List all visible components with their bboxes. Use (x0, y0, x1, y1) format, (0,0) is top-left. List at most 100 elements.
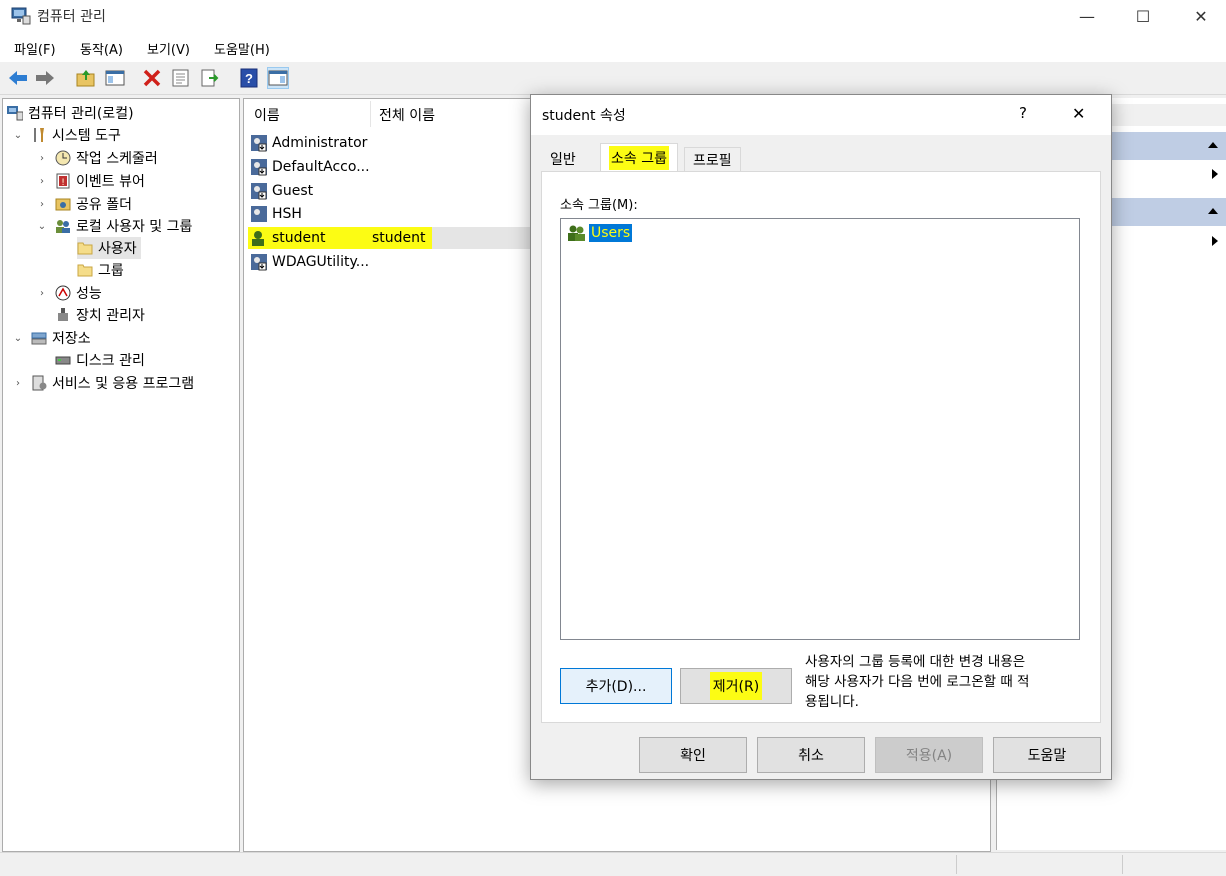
highlight-marker: student student (248, 227, 432, 249)
group-item-users[interactable]: Users (567, 222, 633, 244)
tree-item-storage[interactable]: ⌄ 저장소 (11, 327, 91, 349)
delete-icon (143, 69, 161, 87)
show-hide-tree-button[interactable] (104, 67, 126, 89)
forward-button[interactable] (34, 67, 56, 89)
column-divider (370, 101, 371, 127)
membership-note: 사용자의 그룹 등록에 대한 변경 내용은 해당 사용자가 다음 번에 로그온할… (805, 654, 1030, 710)
tree-item-services-apps[interactable]: › 서비스 및 응용 프로그램 (11, 372, 194, 394)
collapsed-chevron-icon[interactable]: › (35, 153, 49, 164)
expanded-chevron-icon[interactable]: ⌄ (11, 333, 25, 344)
tree-item-disk-management[interactable]: 디스크 관리 (55, 349, 145, 371)
tree-item-shared-folders[interactable]: › 공유 폴더 (35, 193, 132, 215)
back-icon (9, 71, 27, 85)
collapsed-chevron-icon[interactable]: › (35, 176, 49, 187)
storage-icon (31, 332, 47, 345)
up-folder-button[interactable] (75, 67, 97, 89)
dialog-help-button[interactable]: ? (1019, 104, 1027, 122)
show-hide-action-button[interactable] (267, 67, 289, 89)
member-of-panel: 소속 그룹(M): Users 추가(D)... 제거(R) 사용자의 그룹 등… (541, 171, 1101, 723)
status-divider (956, 855, 957, 874)
window-title: 컴퓨터 관리 (37, 9, 106, 25)
list-item-defaultaccount[interactable]: DefaultAcco... (250, 156, 370, 178)
tools-icon (34, 128, 44, 142)
collapse-up-icon[interactable] (1207, 140, 1219, 150)
user-icon (251, 206, 267, 222)
export-button[interactable] (199, 67, 221, 89)
device-manager-icon (58, 308, 68, 321)
users-groups-icon (56, 220, 70, 233)
list-item-student[interactable]: student student (248, 227, 530, 249)
collapsed-chevron-icon[interactable]: › (35, 199, 49, 210)
shared-folder-icon (55, 198, 71, 211)
close-icon: ✕ (1194, 6, 1208, 26)
expanded-chevron-icon[interactable]: ⌄ (35, 221, 49, 232)
minimize-icon: — (1079, 6, 1095, 26)
folder-icon (77, 242, 93, 255)
tab-member-of[interactable]: 소속 그룹 (600, 143, 678, 172)
menu-action[interactable]: 동작(A) (80, 39, 123, 58)
delete-button[interactable] (141, 67, 163, 89)
column-header-name[interactable]: 이름 (254, 105, 280, 125)
close-button[interactable]: ✕ (1178, 0, 1224, 32)
tree-item-performance[interactable]: › 성능 (35, 282, 102, 304)
tree-item-system-tools[interactable]: ⌄ 시스템 도구 (11, 124, 121, 146)
tree-item-device-manager[interactable]: 장치 관리자 (55, 304, 145, 326)
clock-icon (55, 150, 71, 166)
dialog-close-button[interactable]: ✕ (1072, 104, 1085, 123)
forward-icon (36, 71, 54, 85)
more-actions-icon[interactable] (1211, 235, 1219, 247)
export-icon (201, 69, 219, 87)
list-item-wdagutility[interactable]: WDAGUtility... (250, 251, 369, 273)
dialog-title: student 속성 (542, 108, 626, 124)
help-button[interactable]: ? (238, 67, 260, 89)
list-item-administrator[interactable]: Administrator (250, 132, 367, 154)
user-icon (252, 231, 264, 246)
more-actions-icon[interactable] (1211, 168, 1219, 180)
ok-button[interactable]: 확인 (639, 737, 747, 773)
add-button[interactable]: 추가(D)... (560, 668, 672, 704)
toolbar: ? (0, 62, 1226, 95)
user-icon (251, 135, 267, 152)
back-button[interactable] (7, 67, 29, 89)
collapsed-chevron-icon[interactable]: › (35, 288, 49, 299)
show-hide-action-icon (268, 70, 288, 86)
minimize-button[interactable]: — (1064, 0, 1110, 32)
maximize-button[interactable]: ☐ (1120, 0, 1166, 32)
show-hide-tree-icon (105, 70, 125, 86)
user-icon (251, 183, 267, 200)
apply-button[interactable]: 적용(A) (875, 737, 983, 773)
disk-icon (55, 356, 71, 365)
title-bar: 컴퓨터 관리 — ☐ ✕ (0, 0, 1226, 32)
collapse-up-icon[interactable] (1207, 206, 1219, 216)
tree-item-event-viewer[interactable]: › ! 이벤트 뷰어 (35, 170, 145, 192)
group-list[interactable]: Users (560, 218, 1080, 640)
list-item-hsh[interactable]: HSH (250, 203, 302, 225)
event-viewer-icon: ! (56, 173, 70, 189)
tree-item-groups[interactable]: 그룹 (77, 259, 124, 281)
expanded-chevron-icon[interactable]: ⌄ (11, 130, 25, 141)
help-dialog-button[interactable]: 도움말 (993, 737, 1101, 773)
tree-item-users[interactable]: 사용자 (77, 237, 141, 259)
properties-button[interactable] (170, 67, 192, 89)
tab-general[interactable]: 일반 (542, 147, 584, 171)
menu-view[interactable]: 보기(V) (147, 39, 190, 58)
list-item-guest[interactable]: Guest (250, 180, 313, 202)
student-properties-dialog: student 속성 ? ✕ 일반 소속 그룹 프로필 소속 그룹(M): Us… (530, 94, 1112, 780)
status-bar (0, 852, 1226, 876)
menu-help[interactable]: 도움말(H) (214, 39, 270, 58)
up-folder-icon (76, 70, 95, 87)
remove-button[interactable]: 제거(R) (680, 668, 792, 704)
column-header-full-name[interactable]: 전체 이름 (379, 105, 435, 125)
menu-file[interactable]: 파일(F) (14, 39, 56, 58)
tab-profile[interactable]: 프로필 (684, 147, 741, 171)
collapsed-chevron-icon[interactable]: › (11, 378, 25, 389)
cancel-button[interactable]: 취소 (757, 737, 865, 773)
tree-item-root[interactable]: 컴퓨터 관리(로컬) (7, 102, 134, 124)
computer-management-icon (7, 106, 23, 121)
tree-item-task-scheduler[interactable]: › 작업 스케줄러 (35, 147, 158, 169)
properties-icon (172, 69, 189, 87)
member-of-label: 소속 그룹(M): (560, 198, 638, 213)
tree-item-local-users-groups[interactable]: ⌄ 로컬 사용자 및 그룹 (35, 215, 193, 237)
maximize-icon: ☐ (1135, 6, 1151, 26)
group-icon (568, 225, 585, 241)
